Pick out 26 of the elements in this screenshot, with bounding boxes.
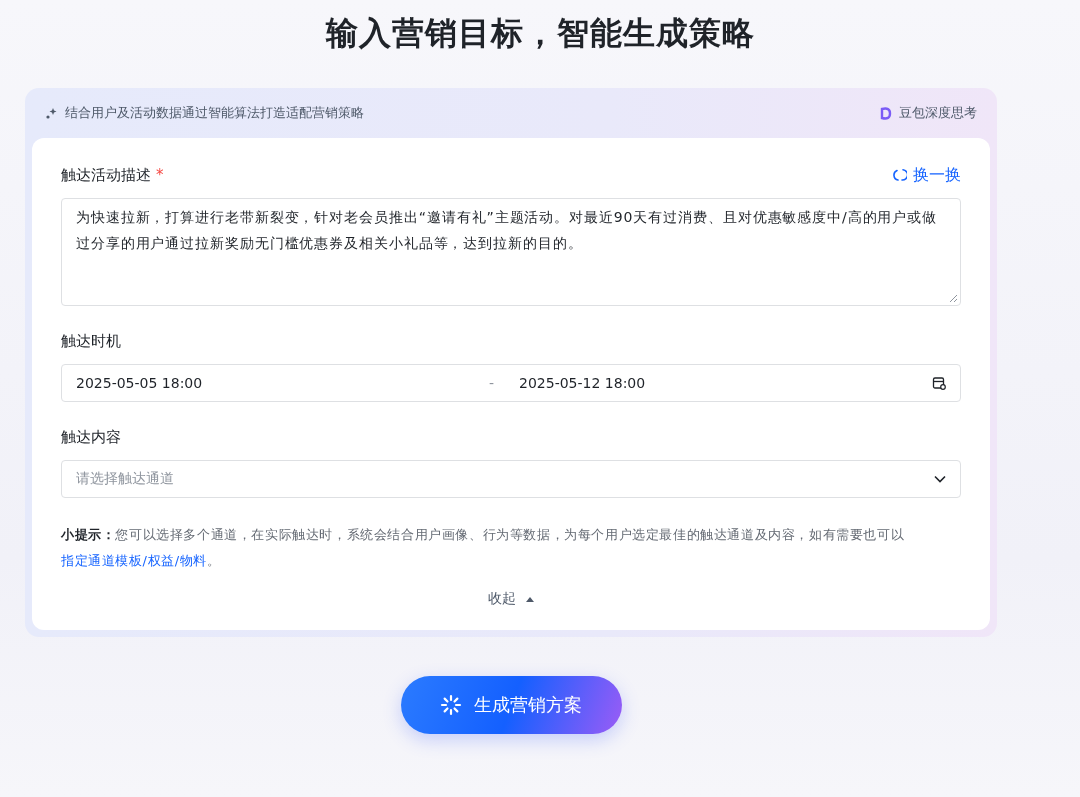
chevron-down-icon xyxy=(934,475,946,483)
resize-handle-icon[interactable] xyxy=(949,294,958,303)
refresh-button[interactable]: 换一换 xyxy=(893,164,961,186)
field-label: 触达内容 xyxy=(61,427,121,447)
channel-select[interactable]: 请选择触达通道 xyxy=(61,460,961,498)
sparkle-icon xyxy=(440,694,462,716)
hint-text: 小提示：您可以选择多个通道，在实际触达时，系统会结合用户画像、行为等数据，为每个用户选定最佳的触达通道及内容，如有需要也可以 指定通道模板/权益/物料。 xyxy=(61,526,906,570)
field-label: 触达时机 xyxy=(61,331,121,351)
model-name: 豆包深度思考 xyxy=(899,104,977,122)
sparkle-icon xyxy=(45,106,58,120)
model-logo-icon xyxy=(880,106,892,120)
date-range-field[interactable]: 2025-05-05 18:00 - 2025-05-12 18:00 xyxy=(61,364,961,402)
template-link[interactable]: 指定通道模板/权益/物料 xyxy=(61,553,207,568)
start-date: 2025-05-05 18:00 xyxy=(76,375,204,391)
end-date: 2025-05-12 18:00 xyxy=(519,375,647,391)
range-separator: - xyxy=(489,375,496,391)
description-textarea[interactable]: 为快速拉新，打算进行老带新裂变，针对老会员推出“邀请有礼”主题活动。对最近90天有过消费、且对优惠敏感度中/高的用户或做过分享的用户通过拉新奖励无门槛优惠券及相关小礼品等，达到拉新的目的。 xyxy=(61,198,961,306)
collapse-toggle[interactable]: 收起 xyxy=(487,590,535,608)
caret-up-icon xyxy=(524,595,535,603)
refresh-icon xyxy=(893,168,907,182)
generate-button[interactable]: 生成营销方案 xyxy=(400,676,622,734)
page-title: 输入营销目标，智能生成策略 xyxy=(324,13,756,54)
required-mark: * xyxy=(156,166,165,184)
field-label: 触达活动描述 xyxy=(61,165,151,185)
calendar-icon[interactable] xyxy=(932,376,946,390)
panel-subtitle: 结合用户及活动数据通过智能算法打造适配营销策略 xyxy=(65,104,364,122)
